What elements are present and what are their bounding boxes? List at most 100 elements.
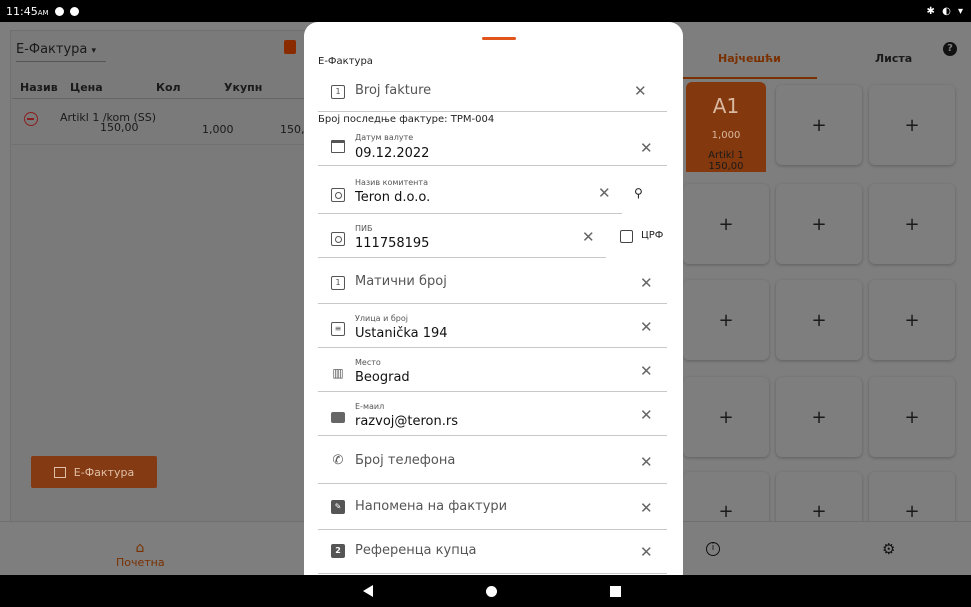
article-price: 150,00 bbox=[708, 161, 744, 172]
back-icon[interactable] bbox=[363, 585, 373, 597]
city-label: Место bbox=[355, 358, 381, 367]
trash-icon[interactable] bbox=[284, 40, 296, 54]
street-value: Ustanička 194 bbox=[355, 326, 448, 341]
number-icon: 1 bbox=[331, 276, 345, 290]
column-total: Укупн bbox=[224, 81, 263, 94]
address-icon: ≡ bbox=[331, 322, 345, 336]
clear-icon[interactable]: ✕ bbox=[640, 139, 653, 157]
invoice-note-placeholder: Напомена на фактури bbox=[355, 499, 508, 514]
phone-field[interactable]: ✆ Број телефона ✕ bbox=[318, 438, 667, 484]
city-icon: ▥ bbox=[332, 366, 344, 380]
remove-item-icon[interactable] bbox=[24, 112, 38, 126]
clear-icon[interactable]: ✕ bbox=[640, 318, 653, 336]
phone-placeholder: Број телефона bbox=[355, 453, 456, 468]
cart-table-header: Назив Цена Кол Укупн bbox=[20, 81, 310, 94]
clear-icon[interactable]: ✕ bbox=[640, 499, 653, 517]
add-article-tile[interactable]: + bbox=[869, 280, 955, 360]
divider bbox=[12, 98, 306, 99]
column-name: Назив bbox=[20, 81, 58, 94]
clear-icon[interactable]: ✕ bbox=[640, 362, 653, 380]
add-article-tile[interactable]: + bbox=[776, 280, 862, 360]
crf-label: ЦРФ bbox=[641, 230, 664, 241]
invoice-number-placeholder: Broj fakture bbox=[355, 83, 432, 98]
pib-field[interactable]: ПИБ 111758195 ✕ bbox=[318, 214, 606, 258]
add-article-tile[interactable]: + bbox=[776, 377, 862, 457]
add-article-tile[interactable]: + bbox=[776, 184, 862, 264]
cart-item-price: 150,00 bbox=[100, 121, 139, 134]
add-article-tile[interactable]: + bbox=[869, 472, 955, 528]
pib-label: ПИБ bbox=[355, 224, 373, 233]
add-article-tile[interactable]: + bbox=[683, 280, 769, 360]
tab-most-used[interactable]: Најчешћи bbox=[718, 52, 781, 65]
registry-number-field[interactable]: 1 Матични број ✕ bbox=[318, 260, 667, 304]
status-bar: 11:45AM ✱ ◐ ▾ bbox=[0, 0, 971, 22]
info-icon[interactable]: i bbox=[706, 542, 720, 556]
status-system-icons: ✱ ◐ ▾ bbox=[926, 5, 965, 17]
client-name-value: Teron d.o.o. bbox=[355, 190, 431, 205]
add-article-tile[interactable]: + bbox=[683, 472, 769, 528]
status-notification-icon bbox=[54, 6, 64, 16]
clear-icon[interactable]: ✕ bbox=[640, 274, 653, 292]
currency-date-value: 09.12.2022 bbox=[355, 146, 430, 161]
home-icon: ⌂ bbox=[135, 540, 145, 556]
currency-date-field[interactable]: Датум валуте 09.12.2022 ✕ bbox=[318, 126, 667, 166]
nav-home-label: Почетна bbox=[116, 556, 165, 569]
add-article-tile[interactable]: + bbox=[776, 85, 862, 165]
invoice-note-field[interactable]: ✎ Напомена на фактури ✕ bbox=[318, 484, 667, 530]
search-client-icon[interactable]: ⚲ bbox=[634, 186, 643, 200]
add-article-tile[interactable]: + bbox=[869, 377, 955, 457]
add-article-tile[interactable]: + bbox=[869, 85, 955, 165]
e-invoice-button-label: Е-Фактура bbox=[73, 465, 135, 479]
home-circle-icon[interactable] bbox=[486, 586, 497, 597]
customer-reference-field[interactable]: 2 Референца купца ✕ bbox=[318, 528, 667, 574]
field-underline bbox=[318, 435, 667, 436]
divider bbox=[12, 144, 306, 145]
field-underline bbox=[318, 573, 667, 574]
article-name: Artikl 1 bbox=[708, 150, 744, 161]
clear-icon[interactable]: ✕ bbox=[640, 453, 653, 471]
city-field[interactable]: ▥ Место Beograd ✕ bbox=[318, 348, 667, 392]
sheet-drag-handle[interactable] bbox=[482, 37, 516, 40]
clear-icon[interactable]: ✕ bbox=[598, 184, 611, 202]
invoice-icon bbox=[53, 466, 66, 478]
calendar-icon bbox=[331, 140, 345, 153]
reference-icon: 2 bbox=[331, 544, 345, 558]
currency-date-label: Датум валуте bbox=[355, 133, 414, 142]
number-icon: 1 bbox=[331, 85, 345, 99]
clear-icon[interactable]: ✕ bbox=[634, 82, 647, 100]
client-name-field[interactable]: Назив комитента Teron d.o.o. ✕ bbox=[318, 170, 622, 214]
add-article-tile[interactable]: + bbox=[776, 472, 862, 528]
e-invoice-button[interactable]: Е-Фактура bbox=[31, 456, 157, 488]
nav-home[interactable]: ⌂ Почетна bbox=[116, 540, 165, 569]
customer-reference-placeholder: Референца купца bbox=[355, 543, 477, 558]
email-label: Е-маил bbox=[355, 402, 385, 411]
help-icon[interactable]: ? bbox=[943, 42, 957, 56]
recents-icon[interactable] bbox=[610, 586, 621, 597]
add-article-tile[interactable]: + bbox=[683, 377, 769, 457]
article-code: A1 bbox=[712, 94, 740, 118]
street-field[interactable]: ≡ Улица и број Ustanička 194 ✕ bbox=[318, 304, 667, 348]
client-name-label: Назив комитента bbox=[355, 178, 428, 187]
mail-icon bbox=[331, 412, 345, 423]
article-label: Artikl 1 150,00 bbox=[686, 150, 766, 172]
clear-icon[interactable]: ✕ bbox=[582, 228, 595, 246]
last-invoice-number: Број последње фактуре: TPM-004 bbox=[318, 114, 495, 125]
active-tab-indicator bbox=[683, 77, 817, 79]
invoice-number-field[interactable]: 1 Broj fakture ✕ bbox=[318, 74, 667, 112]
clear-icon[interactable]: ✕ bbox=[640, 406, 653, 424]
clear-icon[interactable]: ✕ bbox=[640, 543, 653, 561]
column-price: Цена bbox=[70, 81, 103, 94]
gear-icon[interactable]: ⚙ bbox=[882, 540, 895, 558]
crf-checkbox[interactable] bbox=[620, 230, 633, 243]
sheet-title: Е-Фактура bbox=[318, 56, 373, 67]
tab-list[interactable]: Листа bbox=[875, 52, 912, 65]
add-article-tile[interactable]: + bbox=[683, 184, 769, 264]
chevron-down-icon: ▾ bbox=[91, 46, 97, 56]
cart-panel bbox=[10, 30, 306, 530]
field-underline bbox=[318, 257, 606, 258]
pib-value: 111758195 bbox=[355, 236, 430, 251]
phone-icon: ✆ bbox=[332, 453, 344, 468]
document-type-select[interactable]: Е-Фактура ▾ bbox=[16, 42, 106, 62]
add-article-tile[interactable]: + bbox=[869, 184, 955, 264]
email-field[interactable]: Е-маил razvoj@teron.rs ✕ bbox=[318, 392, 667, 436]
